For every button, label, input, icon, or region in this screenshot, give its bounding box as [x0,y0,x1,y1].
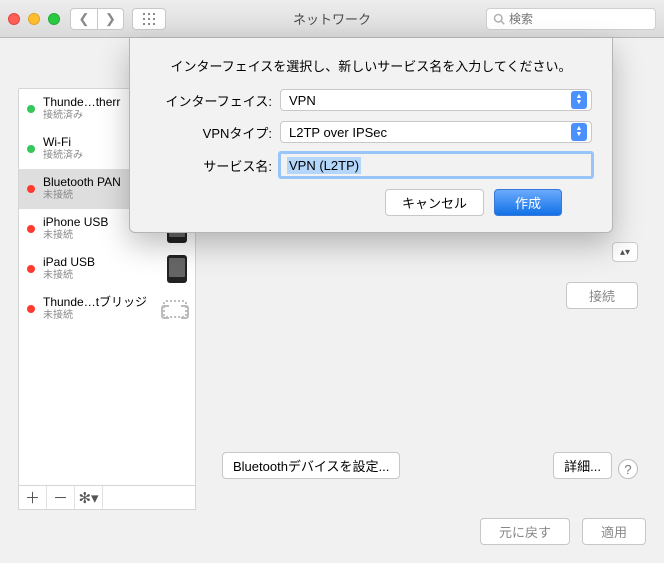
forward-button[interactable]: ❯ [97,9,123,29]
close-icon[interactable] [8,13,20,25]
status-popup[interactable]: ▴▾ [612,242,638,262]
advanced-button[interactable]: 詳細... [553,452,612,479]
service-name-value: VPN (L2TP) [287,157,361,174]
interface-label: インターフェイス: [150,91,280,110]
interface-value: VPN [289,93,316,108]
status-dot [27,145,35,153]
new-service-sheet: インターフェイスを選択し、新しいサービス名を入力してください。 インターフェイス… [129,38,613,233]
search-field[interactable] [486,8,656,30]
footer-buttons: 元に戻す 適用 [480,518,646,545]
search-icon [493,13,505,25]
cancel-button[interactable]: キャンセル [385,189,484,216]
service-item[interactable]: Thunde…tブリッジ未接続 [19,289,195,329]
status-dot [27,305,35,313]
service-list-footer: ＋ － ✻▾ [18,486,196,510]
chevron-updown-icon: ▲▼ [571,123,587,141]
add-service-button[interactable]: ＋ [19,486,47,509]
connect-button[interactable]: 接続 [566,282,638,309]
revert-button[interactable]: 元に戻す [480,518,570,545]
service-name: iPad USB [43,255,159,269]
service-status: 未接続 [43,309,155,323]
service-name-label: サービス名: [150,156,280,175]
status-dot [27,265,35,273]
sheet-instruction: インターフェイスを選択し、新しいサービス名を入力してください。 [150,56,592,75]
service-text: iPad USB未接続 [43,255,159,283]
service-action-menu[interactable]: ✻▾ [75,486,103,509]
vpntype-label: VPNタイプ: [150,123,280,142]
minimize-icon[interactable] [28,13,40,25]
search-input[interactable] [509,12,649,26]
window-controls [8,13,60,25]
grid-icon [143,13,155,25]
service-name-input[interactable]: VPN (L2TP) [280,153,592,177]
nav-segmented: ❮ ❯ [70,8,124,30]
service-item[interactable]: iPad USB未接続 [19,249,195,289]
zoom-icon[interactable] [48,13,60,25]
status-dot [27,105,35,113]
create-button[interactable]: 作成 [494,189,562,216]
back-button[interactable]: ❮ [71,9,97,29]
bridge-icon [163,300,187,318]
titlebar: ❮ ❯ ネットワーク [0,0,664,38]
remove-service-button[interactable]: － [47,486,75,509]
iphone-icon [167,255,187,283]
setup-bluetooth-button[interactable]: Bluetoothデバイスを設定... [222,452,400,479]
service-text: Thunde…tブリッジ未接続 [43,295,155,323]
apply-button[interactable]: 適用 [582,518,646,545]
service-name: Thunde…tブリッジ [43,295,155,309]
status-dot [27,225,35,233]
preference-body: Thunde…therr接続済みWi-Fi接続済みBluetooth PAN未接… [0,38,664,563]
vpntype-value: L2TP over IPSec [289,125,387,140]
service-status: 未接続 [43,269,159,283]
vpntype-select[interactable]: L2TP over IPSec ▲▼ [280,121,592,143]
interface-select[interactable]: VPN ▲▼ [280,89,592,111]
status-dot [27,185,35,193]
show-all-button[interactable] [132,8,166,30]
chevron-updown-icon: ▲▼ [571,91,587,109]
help-button[interactable]: ? [618,459,638,479]
